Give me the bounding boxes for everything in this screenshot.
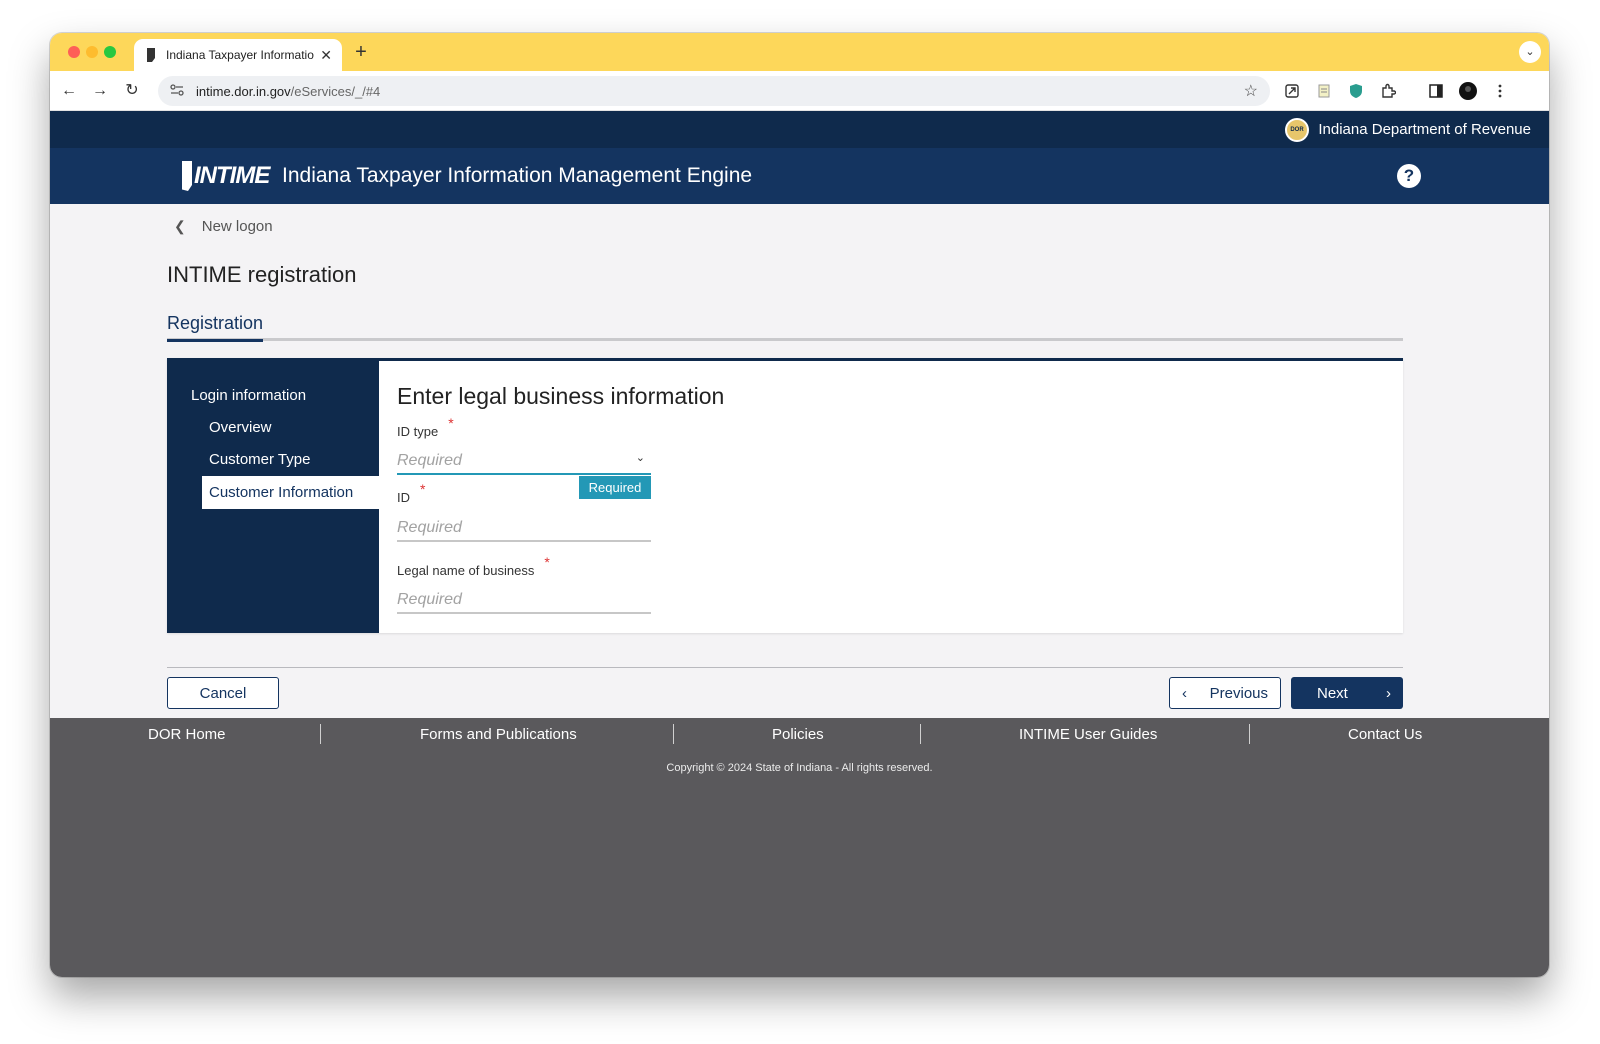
required-tooltip: Required [579, 476, 651, 499]
sidebar-item-overview[interactable]: Overview [209, 419, 272, 436]
chevron-left-icon: ‹ [1182, 684, 1187, 702]
id-type-label: ID type * [397, 415, 454, 439]
new-tab-button[interactable]: + [350, 41, 372, 63]
actions-divider [167, 667, 1403, 668]
agency-bar: DOR Indiana Department of Revenue [50, 111, 1549, 148]
help-icon[interactable]: ? [1397, 164, 1421, 188]
zoom-window-button[interactable] [104, 46, 116, 58]
intime-favicon-icon [144, 48, 158, 62]
extension-send-icon[interactable] [1282, 81, 1302, 101]
browser-title-bar: Indiana Taxpayer Information ✕ + ⌄ [50, 33, 1549, 71]
close-window-button[interactable] [68, 46, 80, 58]
legal-name-input[interactable]: Required [397, 584, 651, 614]
dor-seal-logo: DOR [1285, 118, 1309, 142]
url-path: /eServices/_/#4 [290, 83, 381, 99]
tab-bar: Registration [167, 309, 1403, 342]
previous-label: Previous [1209, 684, 1268, 702]
id-input[interactable]: Required [397, 512, 651, 542]
sidebar-group-login-information[interactable]: Login information [191, 387, 306, 404]
chevron-right-icon: › [1386, 684, 1391, 702]
bookmark-star-icon[interactable]: ☆ [1244, 81, 1258, 101]
next-button[interactable]: Next › [1291, 677, 1403, 709]
page-viewport: DOR Indiana Department of Revenue INTIME… [50, 111, 1549, 977]
form-title: Enter legal business information [397, 383, 725, 409]
url-text[interactable]: intime.dor.in.gov/eServices/_/#4 [196, 84, 1244, 99]
required-marker: * [544, 554, 550, 570]
footer-link-user-guides[interactable]: INTIME User Guides [1019, 726, 1157, 743]
footer-separator [920, 724, 921, 744]
legal-name-label-text: Legal name of business [397, 563, 535, 578]
url-host: intime.dor.in.gov [196, 83, 291, 99]
id-type-placeholder: Required [397, 452, 462, 469]
chevron-down-icon[interactable]: ⌄ [636, 451, 645, 464]
address-bar[interactable]: intime.dor.in.gov/eServices/_/#4 ☆ [158, 76, 1270, 106]
extension-notes-icon[interactable] [1314, 81, 1334, 101]
footer-link-dor-home[interactable]: DOR Home [148, 726, 226, 743]
next-label: Next [1317, 684, 1348, 702]
sidebar-item-customer-information[interactable]: Customer Information [202, 476, 379, 509]
id-label-text: ID [397, 490, 410, 505]
back-arrow-icon[interactable]: ← [58, 80, 80, 102]
footer-link-policies[interactable]: Policies [772, 726, 824, 743]
forward-arrow-icon[interactable]: → [89, 80, 111, 102]
required-marker: * [448, 415, 454, 431]
tab-close-icon[interactable]: ✕ [320, 47, 332, 64]
chevron-left-icon: ❮ [174, 218, 186, 234]
page-title: INTIME registration [167, 262, 357, 287]
site-settings-icon[interactable] [170, 83, 186, 99]
app-title: Indiana Taxpayer Information Management … [282, 164, 753, 187]
footer-link-contact-us[interactable]: Contact Us [1348, 726, 1422, 743]
footer-link-forms-publications[interactable]: Forms and Publications [420, 726, 577, 743]
extension-shield-icon[interactable] [1346, 81, 1366, 101]
back-link[interactable]: ❮ New logon [174, 218, 273, 235]
footer-separator [673, 724, 674, 744]
profile-avatar-icon[interactable] [1458, 81, 1478, 101]
extensions-puzzle-icon[interactable] [1378, 81, 1398, 101]
footer-separator [320, 724, 321, 744]
site-footer: DOR Home Forms and Publications Policies… [50, 718, 1549, 977]
previous-button[interactable]: ‹ Previous [1169, 677, 1281, 709]
browser-menu-icon[interactable] [1490, 81, 1510, 101]
browser-toolbar: ← → ↻ intime.dor.in.gov/eServices/_/#4 ☆ [50, 71, 1549, 111]
required-marker: * [420, 481, 426, 497]
logo-text: INTIME [194, 162, 270, 189]
legal-name-label: Legal name of business * [397, 554, 550, 578]
id-label: ID * [397, 481, 425, 505]
tab-search-button[interactable]: ⌄ [1519, 41, 1541, 63]
indiana-state-icon [182, 161, 192, 191]
side-panel-icon[interactable] [1426, 81, 1446, 101]
footer-separator [1249, 724, 1250, 744]
step-sidebar: Login information Overview Customer Type… [167, 361, 379, 633]
reload-icon[interactable]: ↻ [121, 80, 143, 102]
legal-name-placeholder: Required [397, 591, 462, 608]
agency-name[interactable]: Indiana Department of Revenue [1318, 121, 1531, 138]
browser-tab[interactable]: Indiana Taxpayer Information ✕ [134, 39, 342, 71]
tab-title: Indiana Taxpayer Information [166, 48, 315, 62]
tab-registration[interactable]: Registration [167, 313, 264, 342]
sidebar-item-customer-type[interactable]: Customer Type [209, 451, 310, 468]
registration-card: Login information Overview Customer Type… [167, 358, 1403, 633]
id-placeholder: Required [397, 519, 462, 536]
id-type-label-text: ID type [397, 424, 439, 439]
copyright-text: Copyright © 2024 State of Indiana - All … [666, 762, 933, 774]
cancel-button[interactable]: Cancel [167, 677, 279, 709]
back-link-label: New logon [201, 218, 273, 235]
browser-window: Indiana Taxpayer Information ✕ + ⌄ ← → ↻… [50, 33, 1549, 977]
minimize-window-button[interactable] [86, 46, 98, 58]
id-type-select[interactable]: Required ⌄ [397, 445, 651, 475]
intime-logo[interactable]: INTIME [182, 158, 270, 194]
app-header: INTIME Indiana Taxpayer Information Mana… [50, 148, 1549, 204]
